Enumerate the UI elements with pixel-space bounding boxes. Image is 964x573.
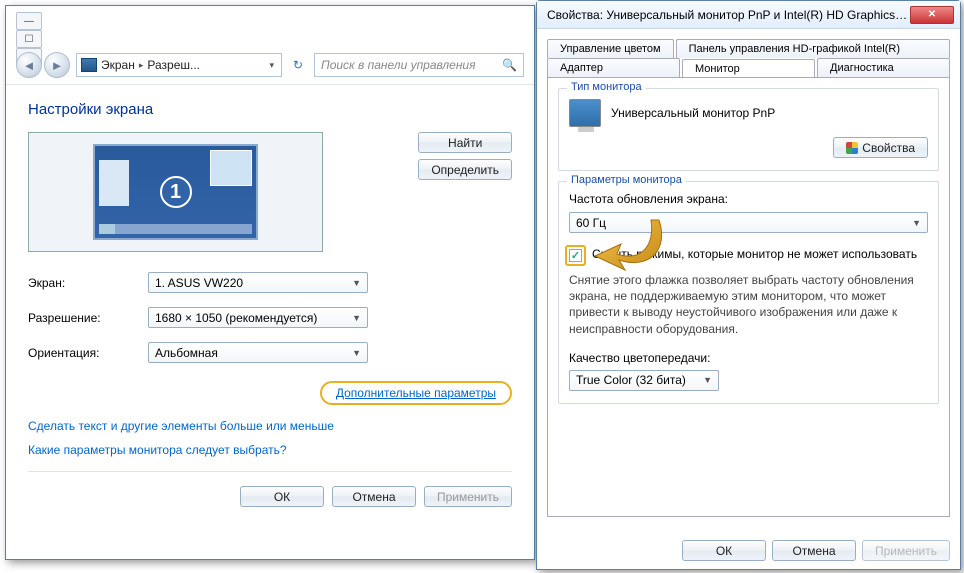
- tab-color-management[interactable]: Управление цветом: [547, 39, 674, 58]
- titlebar: Свойства: Универсальный монитор PnP и In…: [537, 1, 960, 29]
- monitor-name: Универсальный монитор PnP: [611, 106, 775, 120]
- resolution-select[interactable]: 1680 × 1050 (рекомендуется) ▼: [148, 307, 368, 328]
- close-button[interactable]: ✕: [910, 6, 954, 24]
- cancel-button[interactable]: Отмена: [772, 540, 856, 561]
- hide-modes-label: Скрыть режимы, которые монитор не может …: [592, 247, 917, 261]
- monitor-1[interactable]: 1: [93, 144, 258, 240]
- color-quality-value: True Color (32 бита): [576, 373, 686, 387]
- chevron-down-icon: ▼: [352, 348, 361, 358]
- tab-monitor[interactable]: Монитор: [682, 59, 815, 78]
- orientation-label: Ориентация:: [28, 346, 148, 360]
- group-title: Параметры монитора: [567, 174, 686, 186]
- color-quality-select[interactable]: True Color (32 бита) ▼: [569, 370, 719, 391]
- forward-button[interactable]: ►: [44, 52, 70, 78]
- search-icon: 🔍: [502, 58, 517, 72]
- hide-modes-checkbox[interactable]: ✓: [569, 249, 582, 262]
- monitor-properties-window: Свойства: Универсальный монитор PnP и In…: [536, 0, 961, 570]
- color-quality-label: Качество цветопередачи:: [569, 351, 928, 365]
- ok-button[interactable]: ОК: [240, 486, 324, 507]
- group-title: Тип монитора: [567, 81, 646, 93]
- refresh-rate-label: Частота обновления экрана:: [569, 192, 928, 206]
- chevron-right-icon: ▸: [139, 60, 144, 71]
- checkbox-highlight: ✓: [565, 245, 586, 266]
- window-thumb: [210, 150, 252, 186]
- tab-panel: Тип монитора Универсальный монитор PnP С…: [547, 77, 950, 517]
- resolution-value: 1680 × 1050 (рекомендуется): [155, 311, 317, 325]
- chevron-down-icon: ▼: [703, 375, 712, 385]
- chevron-down-icon: ▼: [912, 218, 921, 228]
- properties-button[interactable]: Свойства: [833, 137, 928, 158]
- identify-button[interactable]: Определить: [418, 159, 512, 180]
- text-size-link[interactable]: Сделать текст и другие элементы больше и…: [28, 419, 512, 433]
- explorer-toolbar: ◄ ► Экран ▸ Разреш... ▾ ↻ Поиск в панели…: [6, 46, 534, 85]
- address-bar[interactable]: Экран ▸ Разреш... ▾: [76, 53, 282, 77]
- wallpaper-thumb: [99, 160, 129, 206]
- monitor-preview[interactable]: 1: [28, 132, 323, 252]
- breadcrumb-seg1[interactable]: Экран: [101, 58, 135, 72]
- back-button[interactable]: ◄: [16, 52, 42, 78]
- refresh-rate-select[interactable]: 60 Гц ▼: [569, 212, 928, 233]
- tab-intel-hd[interactable]: Панель управления HD-графикой Intel(R): [676, 39, 950, 58]
- window-title: Свойства: Универсальный монитор PnP и In…: [543, 8, 910, 22]
- apply-button[interactable]: Применить: [424, 486, 512, 507]
- monitor-number: 1: [160, 176, 192, 208]
- advanced-settings-link[interactable]: Дополнительные параметры: [320, 381, 512, 405]
- page-title: Настройки экрана: [28, 101, 512, 118]
- properties-label: Свойства: [862, 141, 915, 155]
- chevron-down-icon: ▼: [352, 278, 361, 288]
- taskbar-thumb: [99, 224, 252, 234]
- search-input[interactable]: Поиск в панели управления 🔍: [314, 53, 524, 77]
- monitor-type-group: Тип монитора Универсальный монитор PnP С…: [558, 88, 939, 171]
- monitor-icon: [569, 99, 601, 127]
- display-settings-window: — ☐ ✕ ◄ ► Экран ▸ Разреш... ▾ ↻ Поиск в …: [5, 5, 535, 560]
- refresh-rate-value: 60 Гц: [576, 216, 606, 230]
- detect-button[interactable]: Найти: [418, 132, 512, 153]
- screen-value: 1. ASUS VW220: [155, 276, 243, 290]
- ok-button[interactable]: ОК: [682, 540, 766, 561]
- orientation-value: Альбомная: [155, 346, 218, 360]
- screen-select[interactable]: 1. ASUS VW220 ▼: [148, 272, 368, 293]
- search-placeholder: Поиск в панели управления: [321, 58, 476, 72]
- uac-shield-icon: [846, 142, 858, 154]
- chevron-down-icon[interactable]: ▾: [266, 60, 277, 71]
- window-controls: — ☐ ✕: [6, 6, 534, 46]
- breadcrumb-seg2[interactable]: Разреш...: [147, 58, 200, 72]
- monitor-params-group: Параметры монитора Частота обновления эк…: [558, 181, 939, 404]
- minimize-button[interactable]: —: [16, 12, 42, 30]
- refresh-button[interactable]: ↻: [288, 58, 308, 72]
- screen-label: Экран:: [28, 276, 148, 290]
- monitor-icon: [81, 58, 97, 72]
- monitor-help-link[interactable]: Какие параметры монитора следует выбрать…: [28, 443, 512, 457]
- chevron-down-icon: ▼: [352, 313, 361, 323]
- cancel-button[interactable]: Отмена: [332, 486, 416, 507]
- hide-modes-note: Снятие этого флажка позволяет выбрать ча…: [569, 272, 928, 337]
- orientation-select[interactable]: Альбомная ▼: [148, 342, 368, 363]
- resolution-label: Разрешение:: [28, 311, 148, 325]
- apply-button[interactable]: Применить: [862, 540, 950, 561]
- tab-diagnostics[interactable]: Диагностика: [817, 58, 950, 77]
- tab-adapter[interactable]: Адаптер: [547, 58, 680, 77]
